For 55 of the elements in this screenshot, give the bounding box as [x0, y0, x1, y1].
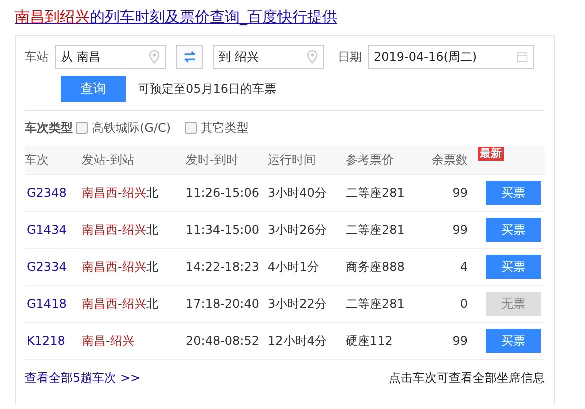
- table-cell-text: 3小时40分: [268, 184, 328, 202]
- column-header: 运行时间: [268, 152, 317, 168]
- route-cell-text: 南昌西-绍兴北: [82, 258, 160, 276]
- table-cell-text: 14:22-18:23: [186, 260, 260, 274]
- view-all-link[interactable]: 查看全部5趟车次 >>: [25, 370, 141, 387]
- column-header: 发站-到站: [82, 152, 136, 168]
- table-cell-text: 二等座281: [346, 184, 406, 202]
- column-header: 参考票价: [346, 152, 395, 168]
- table-cell-text: 99: [452, 186, 468, 200]
- checkbox[interactable]: [76, 122, 88, 134]
- location-pin-icon: [307, 50, 318, 64]
- checkbox-label[interactable]: 其它类型: [201, 120, 250, 136]
- column-header: 余票数: [431, 152, 468, 168]
- table-cell-text: 二等座281: [346, 296, 406, 312]
- table-cell-text: 3小时22分: [268, 296, 328, 312]
- route-cell-text: 南昌西-绍兴北: [82, 184, 160, 202]
- table-cell-text: 11:26-15:06: [186, 186, 260, 200]
- table-cell-text: 99: [452, 223, 468, 237]
- checkbox[interactable]: [185, 122, 198, 134]
- table-cell-text: 99: [452, 334, 468, 348]
- swap-arrows-icon: [182, 51, 196, 63]
- table-cell-text: 11:34-15:00: [186, 223, 260, 237]
- from-station-field[interactable]: 从 南昌: [55, 45, 166, 69]
- filter-label: 车次类型: [25, 120, 73, 136]
- date-field[interactable]: 2019-04-16(周二): [368, 45, 534, 69]
- checkbox-label[interactable]: 高铁城际(G/C): [92, 120, 172, 136]
- train-number-link[interactable]: G2334: [25, 260, 82, 274]
- seat-info-hint: 点击车次可查看全部坐席信息: [389, 370, 545, 387]
- train-number-link[interactable]: G1418: [25, 297, 82, 311]
- route-cell-text: 南昌-绍兴: [82, 332, 136, 350]
- table-cell-text: 12小时4分: [268, 332, 328, 350]
- table-cell-text: 20:48-08:52: [186, 334, 260, 348]
- column-header: 发时-到时: [186, 152, 240, 168]
- train-number-link[interactable]: G2348: [25, 186, 82, 200]
- table-cell-text: 二等座281: [346, 222, 406, 238]
- calendar-icon: [517, 50, 528, 64]
- table-cell-text: 4小时1分: [268, 258, 320, 276]
- table-cell-text: 0: [459, 297, 468, 311]
- new-badge: 最新: [478, 147, 504, 161]
- train-number-link[interactable]: K1218: [25, 334, 82, 348]
- table-cell-text: 4: [459, 260, 468, 274]
- location-pin-icon: [149, 50, 160, 64]
- table-cell-text: 硬座112: [346, 332, 394, 350]
- table-cell-text: 商务座888: [346, 258, 406, 276]
- to-station-field[interactable]: 到 绍兴: [213, 45, 324, 69]
- station-label: 车站: [25, 48, 49, 66]
- table-cell-text: 17:18-20:40: [186, 297, 260, 311]
- column-header: 车次: [25, 152, 50, 168]
- table-cell-text: 3小时26分: [268, 222, 328, 238]
- swap-button[interactable]: [176, 45, 203, 69]
- booking-note: 可预定至05月16日的车票: [138, 80, 277, 98]
- route-cell-text: 南昌西-绍兴北: [82, 222, 160, 238]
- date-label: 日期: [338, 48, 362, 66]
- train-number-link[interactable]: G1434: [25, 223, 82, 237]
- route-cell-text: 南昌西-绍兴北: [82, 296, 160, 312]
